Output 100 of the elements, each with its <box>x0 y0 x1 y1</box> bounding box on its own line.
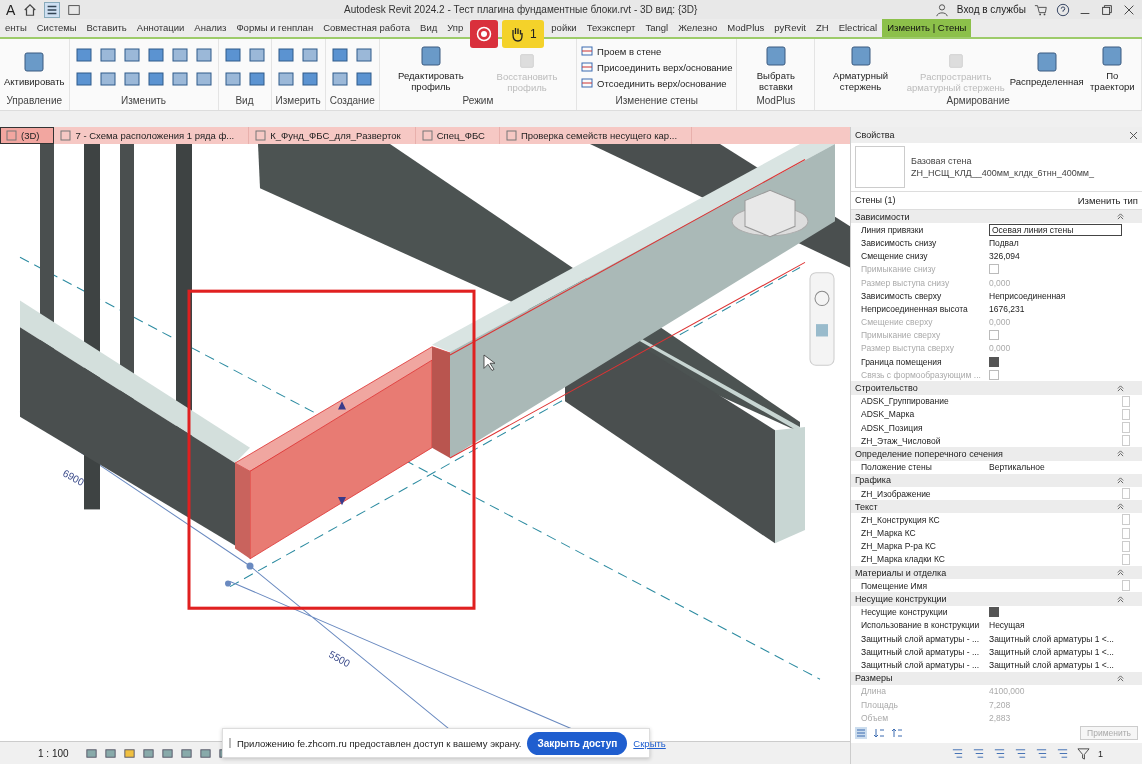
ribbon-button[interactable]: Активировать <box>4 47 65 87</box>
ribbon-button[interactable]: Отсоединить верх/основание <box>581 77 733 89</box>
tool-icon[interactable] <box>169 69 190 89</box>
collapse-icon[interactable] <box>1117 503 1124 511</box>
ribbon-tab[interactable]: Аннотации <box>131 19 190 37</box>
hide-link[interactable]: Скрыть <box>633 737 666 749</box>
ribbon-tab[interactable]: Анализ <box>189 19 232 37</box>
selection-option-icon[interactable] <box>972 747 985 760</box>
window-icon[interactable] <box>67 2 82 17</box>
ribbon-tab[interactable]: Железно <box>673 19 723 37</box>
ribbon-tab[interactable]: Системы <box>31 19 82 37</box>
tool-icon[interactable] <box>222 69 243 89</box>
property-value[interactable]: Несущая <box>989 620 1142 631</box>
collapse-icon[interactable] <box>1117 450 1124 458</box>
ribbon-button[interactable]: Выбрать вставки <box>741 42 811 92</box>
ribbon-tab[interactable]: енты <box>0 19 32 37</box>
raised-hand-button[interactable]: 1 <box>502 20 545 48</box>
tool-icon[interactable] <box>145 69 166 89</box>
view-control-icon[interactable] <box>179 746 193 760</box>
filter-icon[interactable] <box>1077 747 1090 760</box>
collapse-icon[interactable] <box>1117 476 1124 484</box>
group-header[interactable]: Строительство <box>855 383 918 394</box>
ribbon-tab[interactable]: pyRevit <box>769 19 811 37</box>
tool-icon[interactable] <box>329 69 350 89</box>
tool-icon[interactable] <box>299 69 320 89</box>
ribbon-tab[interactable]: Electrical <box>833 19 883 37</box>
tool-icon[interactable] <box>222 45 243 65</box>
view-control-icon[interactable] <box>160 746 174 760</box>
tool-icon[interactable] <box>97 45 118 65</box>
ribbon-tab[interactable]: Формы и генплан <box>231 19 319 37</box>
tool-icon[interactable] <box>353 45 374 65</box>
property-value[interactable]: Защитный слой арматуры 1 <... <box>989 646 1142 657</box>
selection-option-icon[interactable] <box>1014 747 1027 760</box>
ribbon-button[interactable]: Редактировать профиль <box>383 42 478 92</box>
ribbon-tab[interactable]: ModPlus <box>722 19 770 37</box>
document-tab[interactable]: (3D) <box>0 127 55 144</box>
tool-icon[interactable] <box>193 45 214 65</box>
ribbon-tab[interactable]: Вид <box>415 19 443 37</box>
instance-dropdown[interactable]: Стены (1) <box>855 195 896 206</box>
drag-arrow-icon[interactable] <box>338 401 346 506</box>
tool-icon[interactable] <box>145 45 166 65</box>
property-value[interactable]: Неприсоединенная <box>989 290 1142 301</box>
close-icon[interactable] <box>1129 130 1138 140</box>
tool-icon[interactable] <box>121 45 142 65</box>
selection-option-icon[interactable] <box>1056 747 1069 760</box>
group-header[interactable]: Зависимости <box>855 211 910 222</box>
collapse-icon[interactable] <box>1117 674 1124 682</box>
text-tool-button[interactable]: A <box>6 1 16 18</box>
help-icon[interactable] <box>1056 2 1070 17</box>
tool-icon[interactable] <box>299 45 320 65</box>
view-control-icon[interactable] <box>198 746 212 760</box>
property-value[interactable]: Защитный слой арматуры 1 <... <box>989 659 1142 670</box>
tool-icon[interactable] <box>169 45 190 65</box>
tool-icon[interactable] <box>353 69 374 89</box>
property-value[interactable]: 326,094 <box>989 251 1142 262</box>
ribbon-button[interactable]: Проем в стене <box>581 45 733 57</box>
scale-label[interactable]: 1 : 100 <box>38 747 69 759</box>
tool-icon[interactable] <box>193 69 214 89</box>
view-control-icon[interactable] <box>122 746 136 760</box>
list-icon[interactable] <box>45 2 60 17</box>
tool-icon[interactable] <box>73 69 94 89</box>
collapse-icon[interactable] <box>1117 384 1124 392</box>
group-header[interactable]: Графика <box>855 475 891 486</box>
record-button[interactable] <box>470 20 499 48</box>
ribbon-tab[interactable]: ZH <box>811 19 834 37</box>
selection-option-icon[interactable] <box>951 747 964 760</box>
sort-icon[interactable] <box>891 727 903 739</box>
ribbon-tab[interactable]: Техэксперт <box>581 19 641 37</box>
stop-sharing-button[interactable]: Закрыть доступ <box>527 731 628 755</box>
view-control-icon[interactable] <box>103 746 117 760</box>
sign-in-link[interactable]: Вход в службы <box>956 4 1026 15</box>
selection-option-icon[interactable] <box>1035 747 1048 760</box>
edit-type-button[interactable]: Изменить тип <box>1077 195 1138 206</box>
checkbox[interactable] <box>989 607 999 618</box>
ribbon-tab[interactable]: ройки <box>546 19 582 37</box>
checkbox[interactable] <box>989 356 999 367</box>
type-selector[interactable]: Базовая стена ZH_НСЩ_КЛД__400мм_клдк_6тнн_400мм_ <box>851 143 1142 192</box>
restore-icon[interactable] <box>1100 2 1114 17</box>
ribbon-tab[interactable]: Вставить <box>81 19 132 37</box>
tool-icon[interactable] <box>275 45 296 65</box>
cart-icon[interactable] <box>1034 2 1048 17</box>
ribbon-tab[interactable]: Упр <box>442 19 469 37</box>
collapse-icon[interactable] <box>1117 213 1124 221</box>
tool-icon[interactable] <box>275 69 296 89</box>
tool-icon[interactable] <box>246 45 267 65</box>
view-control-icon[interactable] <box>84 746 98 760</box>
ribbon-button[interactable]: Распределенная <box>1009 47 1084 87</box>
property-value[interactable]: Защитный слой арматуры 1 <... <box>989 633 1142 644</box>
ribbon-tab[interactable]: Совместная работа <box>318 19 416 37</box>
selected-wall[interactable] <box>234 158 806 560</box>
tool-icon[interactable] <box>329 45 350 65</box>
ribbon-button[interactable]: Арматурный стержень <box>819 42 902 92</box>
selection-option-icon[interactable] <box>993 747 1006 760</box>
property-value[interactable]: Вертикальное <box>989 462 1142 473</box>
collapse-icon[interactable] <box>1117 569 1124 577</box>
tool-icon[interactable] <box>97 69 118 89</box>
property-value[interactable]: Подвал <box>989 237 1142 248</box>
ribbon-button[interactable]: Присоединить верх/основание <box>581 61 733 73</box>
property-field[interactable]: Осевая линия стены <box>989 223 1122 236</box>
tool-icon[interactable] <box>73 45 94 65</box>
